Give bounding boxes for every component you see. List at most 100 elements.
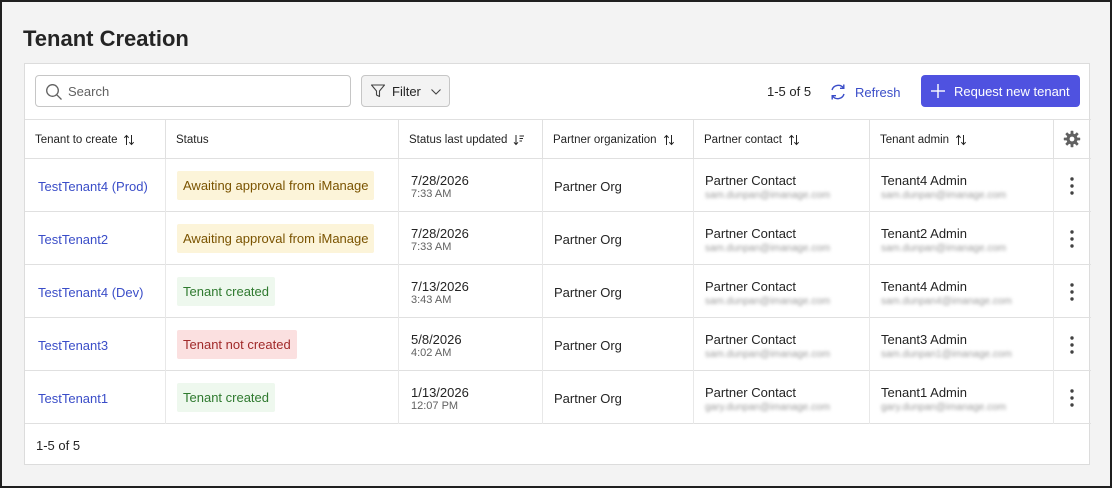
tenant-admin-email: sam.dunpan1@imanage.com: [881, 349, 1012, 360]
result-count: 1-5 of 5: [767, 84, 812, 99]
more-vertical-icon[interactable]: [1065, 228, 1079, 250]
more-vertical-icon[interactable]: [1065, 281, 1079, 303]
cell-tenant-admin: Tenant4 Admin sam.dunpan4@imanage.com: [869, 265, 1053, 318]
tenant-admin-email: sam.dunpan@imanage.com: [881, 190, 1007, 201]
status-badge: Awaiting approval from iManage: [177, 171, 375, 200]
column-label: Partner contact: [704, 133, 782, 146]
column-header-partner-organization[interactable]: Partner organization: [542, 120, 693, 159]
page-title: Tenant Creation: [23, 26, 189, 51]
cell-partner-contact: Partner Contact sam.dunpan@imanage.com: [693, 318, 869, 371]
status-time: 12:07 PM: [411, 400, 459, 412]
table-header: Tenant to create Status Status last upda…: [25, 119, 1091, 159]
status-date: 7/28/2026: [411, 226, 469, 241]
status-time: 7:33 AM: [411, 241, 452, 253]
status-time: 3:43 AM: [411, 294, 452, 306]
table-row[interactable]: TestTenant4 (Prod) Awaiting approval from…: [25, 159, 1091, 212]
tenant-link[interactable]: TestTenant4 (Dev): [38, 285, 144, 300]
partner-contact-name: Partner Contact: [705, 332, 797, 347]
status-date: 7/13/2026: [411, 279, 469, 294]
request-new-tenant-button[interactable]: Request new tenant: [921, 75, 1080, 107]
more-vertical-icon[interactable]: [1065, 334, 1079, 356]
tenant-admin-email: sam.dunpan4@imanage.com: [881, 296, 1012, 307]
footer-count: 1-5 of 5: [36, 438, 81, 453]
cell-tenant-admin: Tenant4 Admin sam.dunpan@imanage.com: [869, 159, 1053, 212]
column-header-status-last-updated[interactable]: Status last updated: [398, 120, 542, 159]
cell-status-last-updated: 7/28/2026 7:33 AM: [398, 212, 542, 265]
search-icon: [46, 84, 62, 100]
cell-tenant: TestTenant4 (Dev): [25, 265, 165, 318]
cell-tenant: TestTenant4 (Prod): [25, 159, 165, 212]
cell-tenant-admin: Tenant1 Admin gary.dunpan@imanage.com: [869, 371, 1053, 424]
cell-status-last-updated: 1/13/2026 12:07 PM: [398, 371, 542, 424]
table-row[interactable]: TestTenant1 Tenant created 1/13/2026 12:07 …: [25, 371, 1091, 424]
cell-partner-organization: Partner Org: [542, 371, 693, 424]
tenant-link[interactable]: TestTenant4 (Prod): [38, 179, 148, 194]
search-input[interactable]: [68, 80, 343, 102]
partner-contact-name: Partner Contact: [705, 226, 797, 241]
column-label: Tenant admin: [880, 133, 950, 146]
column-label: Tenant to create: [35, 133, 118, 146]
tenant-link[interactable]: TestTenant1: [38, 391, 108, 406]
partner-contact-name: Partner Contact: [705, 173, 797, 188]
status-badge: Tenant created: [177, 383, 276, 412]
partner-contact-email: sam.dunpan@imanage.com: [705, 243, 831, 254]
tenant-link[interactable]: TestTenant2: [38, 232, 108, 247]
tenant-admin-name: Tenant4 Admin: [881, 279, 968, 294]
more-vertical-icon[interactable]: [1065, 175, 1079, 197]
cell-tenant: TestTenant3: [25, 318, 165, 371]
column-label: Status: [176, 133, 209, 146]
column-header-tenant[interactable]: Tenant to create: [25, 120, 165, 159]
cell-tenant-admin: Tenant3 Admin sam.dunpan1@imanage.com: [869, 318, 1053, 371]
cell-tenant: TestTenant1: [25, 371, 165, 424]
refresh-icon: [831, 84, 845, 100]
sort-icon: [663, 134, 674, 145]
partner-org: Partner Org: [554, 338, 622, 353]
sort-icon: [124, 134, 135, 145]
search-box[interactable]: [35, 75, 351, 107]
cell-partner-contact: Partner Contact sam.dunpan@imanage.com: [693, 159, 869, 212]
request-new-tenant-label: Request new tenant: [954, 84, 1070, 99]
column-header-status[interactable]: Status: [165, 120, 398, 159]
partner-contact-name: Partner Contact: [705, 279, 797, 294]
filter-label: Filter: [392, 84, 421, 99]
tenant-admin-email: sam.dunpan@imanage.com: [881, 243, 1007, 254]
cell-partner-organization: Partner Org: [542, 318, 693, 371]
table-row[interactable]: TestTenant2 Awaiting approval from iManag…: [25, 212, 1091, 265]
cell-status-last-updated: 7/13/2026 3:43 AM: [398, 265, 542, 318]
cell-status-last-updated: 5/8/2026 4:02 AM: [398, 318, 542, 371]
sort-icon: [955, 134, 967, 145]
partner-org: Partner Org: [554, 391, 622, 406]
status-badge: Awaiting approval from iManage: [177, 224, 375, 253]
tenant-admin-name: Tenant3 Admin: [881, 332, 968, 347]
partner-org: Partner Org: [554, 179, 622, 194]
more-vertical-icon[interactable]: [1065, 387, 1079, 409]
tenant-admin-email: gary.dunpan@imanage.com: [881, 402, 1007, 413]
cell-status: Awaiting approval from iManage: [165, 159, 398, 212]
partner-contact-email: sam.dunpan@imanage.com: [705, 190, 831, 201]
tenant-admin-name: Tenant4 Admin: [881, 173, 968, 188]
column-header-partner-contact[interactable]: Partner contact: [693, 120, 869, 159]
cell-partner-contact: Partner Contact sam.dunpan@imanage.com: [693, 265, 869, 318]
cell-status: Awaiting approval from iManage: [165, 212, 398, 265]
toolbar: Filter 1-5 of 5 Refresh: [25, 64, 1089, 119]
status-date: 7/28/2026: [411, 173, 469, 188]
table-row[interactable]: TestTenant3 Tenant not created 5/8/2026 4:0…: [25, 318, 1091, 371]
partner-contact-name: Partner Contact: [705, 385, 797, 400]
cell-status-last-updated: 7/28/2026 7:33 AM: [398, 159, 542, 212]
filter-button[interactable]: Filter: [361, 75, 450, 107]
filter-icon: [370, 84, 386, 98]
gear-icon[interactable]: [1063, 130, 1081, 148]
table-row[interactable]: TestTenant4 (Dev) Tenant created 7/13/2026…: [25, 265, 1091, 318]
tenant-admin-name: Tenant1 Admin: [881, 385, 968, 400]
cell-partner-organization: Partner Org: [542, 212, 693, 265]
partner-contact-email: gary.dunpan@imanage.com: [705, 402, 831, 413]
cell-partner-contact: Partner Contact sam.dunpan@imanage.com: [693, 212, 869, 265]
cell-status: Tenant not created: [165, 318, 398, 371]
cell-partner-organization: Partner Org: [542, 159, 693, 212]
column-header-tenant-admin[interactable]: Tenant admin: [869, 120, 1053, 159]
cell-partner-organization: Partner Org: [542, 265, 693, 318]
tenant-link[interactable]: TestTenant3: [38, 338, 108, 353]
cell-status: Tenant created: [165, 265, 398, 318]
partner-contact-email: sam.dunpan@imanage.com: [705, 349, 831, 360]
cell-tenant: TestTenant2: [25, 212, 165, 265]
